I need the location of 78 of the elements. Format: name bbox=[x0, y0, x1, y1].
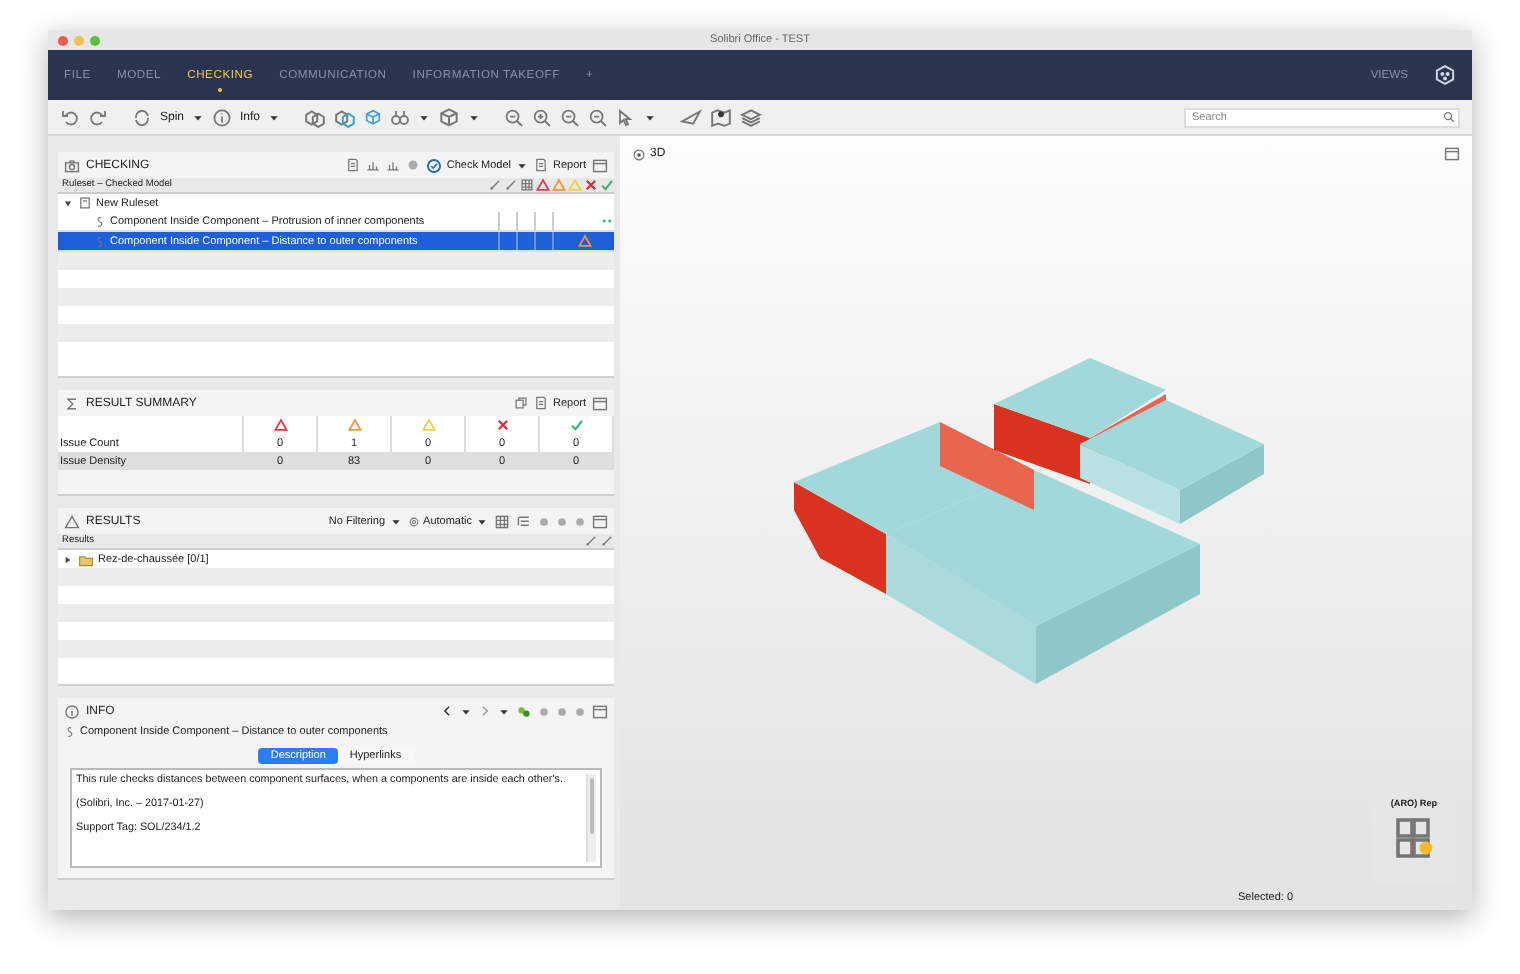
gear-icon bbox=[407, 515, 420, 527]
circle-icon[interactable] bbox=[538, 515, 550, 527]
search-icon bbox=[1442, 110, 1456, 124]
check-icon bbox=[600, 178, 614, 192]
chart-icon[interactable] bbox=[366, 158, 381, 172]
people-icon[interactable] bbox=[516, 703, 532, 719]
forward-icon[interactable] bbox=[478, 704, 492, 718]
cross-icon bbox=[495, 418, 509, 432]
close-button[interactable] bbox=[58, 35, 68, 45]
pencil-icon[interactable] bbox=[488, 178, 502, 192]
caret-icon[interactable] bbox=[192, 111, 205, 123]
back-icon[interactable] bbox=[440, 704, 454, 718]
chart-icon[interactable] bbox=[386, 158, 401, 172]
caret-icon[interactable] bbox=[268, 111, 281, 123]
paragraph-icon bbox=[64, 726, 76, 739]
expand-arrow-icon[interactable] bbox=[62, 553, 74, 565]
info-icon bbox=[64, 703, 80, 719]
caret-icon[interactable] bbox=[498, 705, 510, 717]
cross-icon bbox=[584, 178, 598, 192]
sigma-icon bbox=[64, 395, 80, 411]
circle-icon[interactable] bbox=[574, 705, 586, 717]
list-icon[interactable] bbox=[516, 513, 532, 529]
caret-icon bbox=[389, 515, 402, 527]
window-icon[interactable] bbox=[592, 157, 608, 173]
circle-icon[interactable] bbox=[574, 515, 586, 527]
zoom-icon[interactable] bbox=[504, 107, 525, 127]
window-icon[interactable] bbox=[1444, 146, 1460, 162]
cube-icon[interactable] bbox=[364, 108, 383, 126]
warning-triangle-icon bbox=[347, 418, 361, 432]
warning-triangle-icon bbox=[421, 418, 435, 432]
undo-icon[interactable] bbox=[60, 107, 80, 127]
pencil-icon[interactable] bbox=[584, 534, 598, 548]
cubes-icon[interactable] bbox=[334, 106, 357, 128]
caret-icon[interactable] bbox=[644, 111, 657, 123]
book-icon bbox=[78, 196, 92, 210]
report-icon bbox=[534, 396, 549, 410]
document-icon[interactable] bbox=[346, 158, 361, 172]
window-icon[interactable] bbox=[592, 703, 608, 719]
zoom-icon[interactable] bbox=[588, 107, 609, 127]
binoculars-icon[interactable] bbox=[390, 107, 411, 127]
zoom-out-icon[interactable] bbox=[560, 107, 581, 127]
passed-icon bbox=[600, 214, 614, 228]
layers-icon[interactable] bbox=[740, 106, 763, 128]
circle-icon[interactable] bbox=[556, 515, 568, 527]
report-icon bbox=[534, 158, 549, 172]
caret-icon[interactable] bbox=[418, 111, 431, 123]
warning-triangle-icon bbox=[577, 234, 591, 248]
check-circle-icon bbox=[426, 157, 443, 173]
tree-icon[interactable] bbox=[494, 513, 510, 529]
eye-icon bbox=[632, 147, 646, 161]
window-icon[interactable] bbox=[592, 513, 608, 529]
warning-triangle-icon bbox=[64, 513, 80, 529]
circle-icon[interactable] bbox=[406, 158, 421, 172]
cube-icon[interactable] bbox=[438, 106, 461, 128]
views-icon[interactable] bbox=[1434, 64, 1456, 86]
pencil-icon[interactable] bbox=[504, 178, 518, 192]
grid-icon[interactable] bbox=[520, 178, 534, 192]
map-pin-icon[interactable] bbox=[710, 106, 733, 128]
collapse-arrow-icon[interactable] bbox=[62, 197, 74, 209]
window-icon[interactable] bbox=[592, 395, 608, 411]
camera-icon bbox=[64, 157, 80, 173]
rotate-icon[interactable] bbox=[132, 107, 152, 127]
circle-icon[interactable] bbox=[538, 705, 550, 717]
export-icon[interactable] bbox=[514, 396, 529, 410]
cubes-icon[interactable] bbox=[304, 106, 327, 128]
check-icon bbox=[569, 418, 583, 432]
caret-icon[interactable] bbox=[460, 705, 472, 717]
caret-icon bbox=[476, 515, 488, 527]
circle-icon[interactable] bbox=[556, 705, 568, 717]
cursor-icon[interactable] bbox=[616, 107, 637, 127]
warning-triangle-icon bbox=[273, 418, 287, 432]
info-icon[interactable] bbox=[212, 107, 233, 127]
plane-icon[interactable] bbox=[680, 106, 703, 128]
zoom-in-icon[interactable] bbox=[532, 107, 553, 127]
caret-icon[interactable] bbox=[468, 111, 481, 123]
scrollbar bbox=[586, 773, 596, 862]
redo-icon[interactable] bbox=[88, 107, 108, 127]
caret-icon[interactable] bbox=[516, 159, 529, 171]
